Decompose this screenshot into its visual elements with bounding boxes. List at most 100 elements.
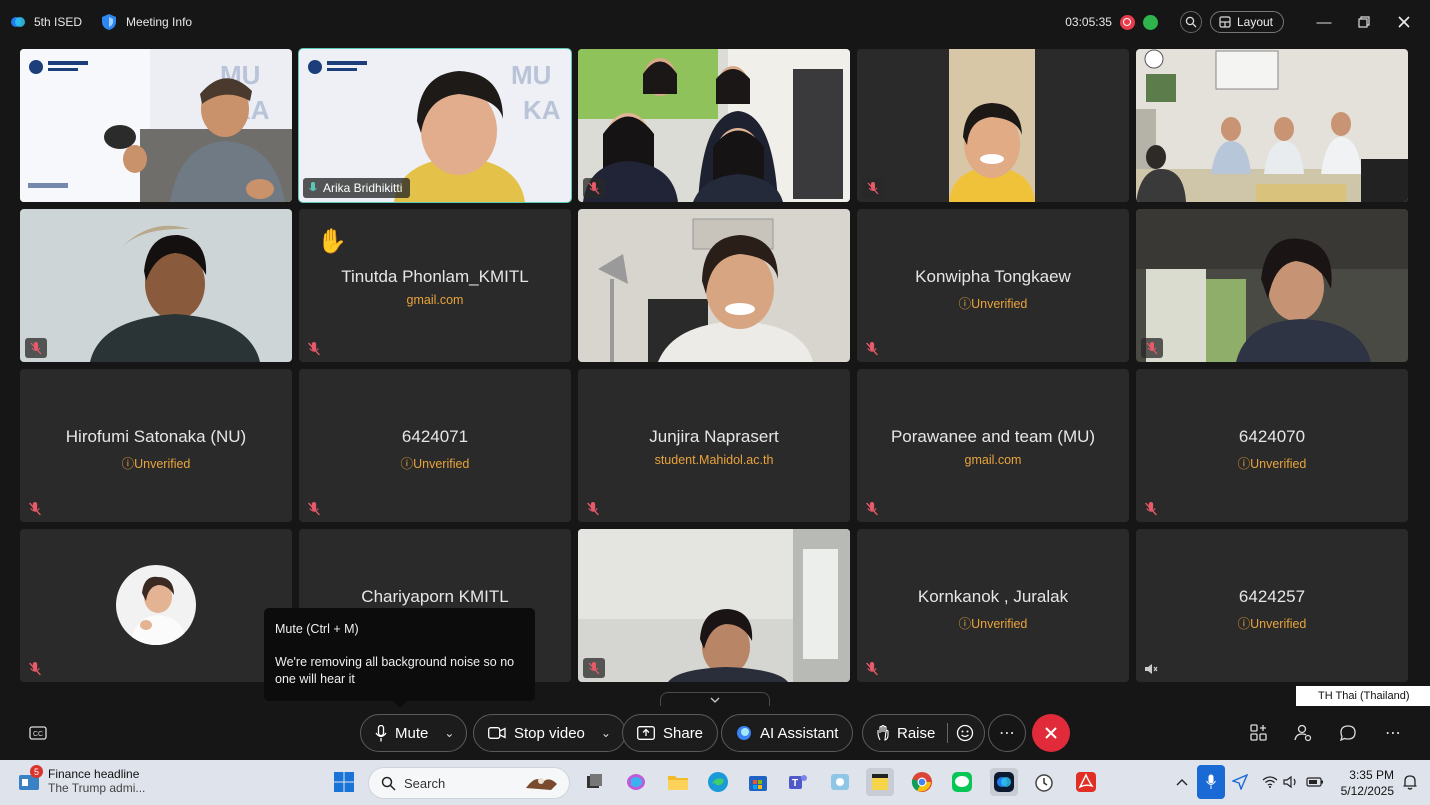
microsoft-store-icon[interactable] <box>744 768 772 796</box>
share-label: Share <box>663 724 704 742</box>
participant-tile[interactable] <box>20 209 292 362</box>
participant-tile[interactable]: Porawanee and team (MU) gmail.com <box>857 369 1129 522</box>
notification-bell-icon[interactable] <box>1396 768 1424 796</box>
close-icon[interactable] <box>1390 8 1418 36</box>
windows-taskbar: 5 Finance headline The Trump admi... Sea… <box>0 760 1430 805</box>
share-button[interactable]: Share <box>622 714 719 752</box>
apps-icon[interactable] <box>1248 722 1270 744</box>
svg-text:KA: KA <box>523 95 561 125</box>
participant-avatar <box>116 565 196 645</box>
news-widget[interactable]: 5 Finance headline The Trump admi... <box>18 765 145 795</box>
chat-icon[interactable] <box>1337 722 1359 744</box>
participant-video <box>1136 209 1408 362</box>
task-view-icon[interactable] <box>580 768 608 796</box>
chevron-down-icon[interactable]: ⌄ <box>444 726 454 740</box>
webex-taskbar-icon[interactable] <box>990 768 1018 796</box>
participant-tile[interactable]: Konwipha Tongkaew ⓘUnverified <box>857 209 1129 362</box>
taskbar-search-input[interactable]: Search <box>368 767 570 799</box>
ai-assistant-button[interactable]: AI Assistant <box>721 714 854 752</box>
microphone-off-icon <box>308 502 320 516</box>
reactions-icon[interactable] <box>956 724 974 742</box>
participant-tile[interactable] <box>1136 209 1408 362</box>
search-highlight-icon <box>526 778 557 790</box>
input-language-indicator[interactable]: TH Thai (Thailand) <box>1296 686 1430 706</box>
layout-button[interactable]: Layout <box>1209 11 1284 33</box>
participant-tile[interactable]: Kornkanok , Juralak ⓘUnverified <box>857 529 1129 682</box>
connection-status-icon[interactable] <box>1142 14 1158 30</box>
battery-icon[interactable] <box>1301 768 1329 796</box>
microphone-off-icon <box>867 181 879 194</box>
participant-tile[interactable]: MU KA <box>20 49 292 202</box>
mute-button[interactable]: Mute ⌄ <box>360 714 468 752</box>
participant-domain: gmail.com <box>964 453 1022 467</box>
edge-browser-icon[interactable] <box>704 768 732 796</box>
participant-name: 6424257 <box>1238 587 1306 606</box>
teams-icon[interactable]: T <box>784 768 812 796</box>
location-icon[interactable] <box>1226 768 1254 796</box>
collapse-filmstrip-button[interactable] <box>660 692 770 706</box>
microphone-in-use-icon[interactable] <box>1197 765 1225 799</box>
end-call-button[interactable] <box>1032 714 1070 752</box>
zoom-search-icon[interactable] <box>1179 11 1202 33</box>
participant-tile[interactable]: 6424071 ⓘUnverified <box>299 369 571 522</box>
participant-tile[interactable] <box>857 49 1129 202</box>
participant-tile[interactable]: 6424257 ⓘUnverified <box>1136 529 1408 682</box>
participant-video: MU KA <box>20 49 292 202</box>
participant-name: Chariyaporn KMITL <box>361 587 509 606</box>
shield-icon[interactable] <box>100 13 118 31</box>
participant-video <box>578 529 850 682</box>
participant-tile[interactable] <box>578 529 850 682</box>
sticky-notes-icon[interactable] <box>866 768 894 796</box>
participant-video <box>578 49 850 202</box>
participant-tile[interactable] <box>578 209 850 362</box>
minimize-icon[interactable]: — <box>1310 8 1338 36</box>
file-explorer-icon[interactable] <box>664 768 692 796</box>
clock-time: 3:35 PM <box>1349 768 1394 782</box>
participant-tile[interactable] <box>578 49 850 202</box>
photos-app-icon[interactable] <box>826 768 854 796</box>
info-icon: ⓘ <box>958 617 972 631</box>
mute-tooltip: Mute (Ctrl + M) We're removing all backg… <box>264 608 535 708</box>
windows-start-icon[interactable] <box>330 768 358 796</box>
microphone-off-icon <box>866 662 878 676</box>
participant-tile[interactable]: Hirofumi Satonaka (NU) ⓘUnverified <box>20 369 292 522</box>
microphone-off-icon <box>588 181 600 194</box>
raise-hand-button[interactable]: Raise <box>862 714 986 752</box>
copilot-icon[interactable] <box>622 768 650 796</box>
participant-name: Konwipha Tongkaew <box>915 267 1071 286</box>
acrobat-icon[interactable] <box>1072 768 1100 796</box>
ai-assistant-icon <box>737 726 751 740</box>
participant-tile[interactable] <box>20 529 292 682</box>
participant-tile[interactable] <box>1136 49 1408 202</box>
svg-text:MU: MU <box>511 60 551 90</box>
more-icon[interactable]: ⋯ <box>1382 722 1404 744</box>
participant-name: 6424070 <box>1238 427 1306 446</box>
participant-tile[interactable]: ✋ Tinutda Phonlam_KMITL gmail.com <box>299 209 571 362</box>
muted-indicator <box>1141 338 1163 358</box>
chevron-down-icon[interactable]: ⌄ <box>601 726 611 740</box>
participant-tile[interactable]: 6424070 ⓘUnverified <box>1136 369 1408 522</box>
raised-hand-icon: ✋ <box>317 228 347 255</box>
recording-icon[interactable] <box>1119 14 1135 30</box>
participant-tile-active-speaker[interactable]: MU KA Arika Bridhikitti <box>298 48 572 203</box>
meeting-info-link[interactable]: Meeting Info <box>126 15 192 29</box>
alarms-clock-icon[interactable] <box>1030 768 1058 796</box>
participants-icon[interactable] <box>1292 722 1314 744</box>
participant-tile[interactable]: Junjira Naprasert student.Mahidol.ac.th <box>578 369 850 522</box>
captions-icon[interactable]: CC <box>27 722 49 744</box>
chrome-icon[interactable] <box>908 768 936 796</box>
webex-logo-icon <box>11 17 25 27</box>
line-app-icon[interactable] <box>948 768 976 796</box>
tooltip-title: Mute (Ctrl + M) <box>275 622 359 636</box>
taskbar-clock[interactable]: 3:35 PM 5/12/2025 <box>1336 767 1394 799</box>
microphone-icon <box>309 182 317 191</box>
info-icon: ⓘ <box>400 457 414 471</box>
restore-icon[interactable] <box>1350 8 1378 36</box>
participant-name: Kornkanok , Juralak <box>917 587 1069 606</box>
participant-grid: MU KA MU KA Arika Bridhikitti ✋ Tinutda … <box>20 48 1412 682</box>
stop-video-button[interactable]: Stop video ⌄ <box>473 714 626 752</box>
more-options-button[interactable]: ⋯ <box>988 714 1026 752</box>
chevron-up-icon[interactable] <box>1168 768 1196 796</box>
microphone-off-icon <box>866 342 878 356</box>
grid-icon <box>1219 16 1231 28</box>
